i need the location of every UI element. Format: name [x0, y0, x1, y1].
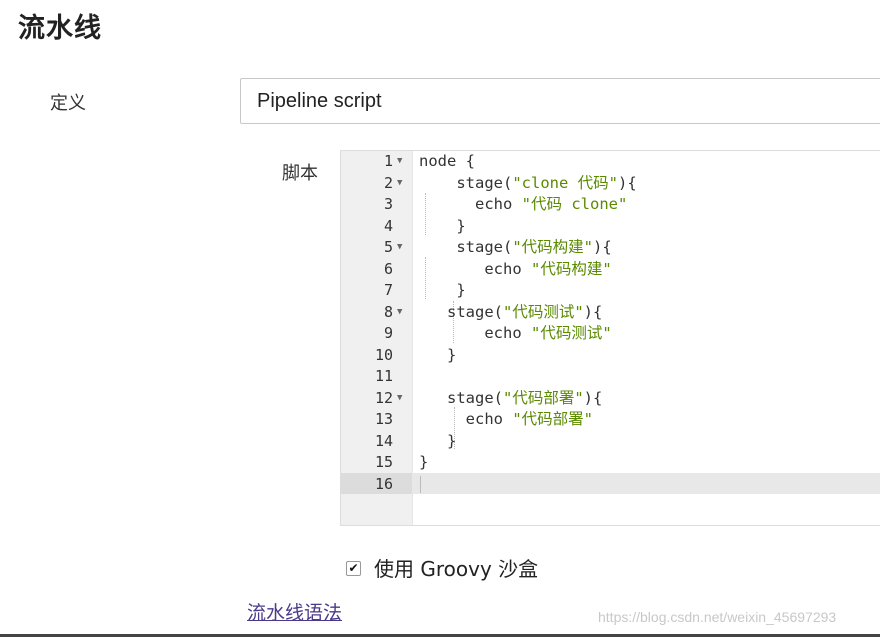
- line-number: 2: [383, 173, 393, 192]
- code-token: stage(: [419, 238, 513, 256]
- code-text: node {: [419, 151, 475, 173]
- string-token: "代码部署": [512, 410, 593, 428]
- code-line[interactable]: 15}: [341, 452, 880, 474]
- code-line[interactable]: 16: [341, 474, 880, 496]
- line-number: 11: [374, 367, 393, 385]
- code-text: stage("代码部署"){: [419, 388, 602, 410]
- code-text: echo "代码 clone": [419, 194, 627, 216]
- code-line[interactable]: 12 ▼ stage("代码部署"){: [341, 388, 880, 410]
- code-token: echo: [419, 410, 513, 428]
- fold-arrow-icon[interactable]: ▼: [397, 151, 402, 173]
- page-title: 流水线: [18, 13, 102, 44]
- string-token: "代码测试": [530, 324, 612, 342]
- script-label: 脚本: [282, 163, 318, 184]
- code-text: stage("clone 代码"){: [419, 173, 637, 195]
- definition-select[interactable]: Pipeline script: [240, 78, 880, 124]
- code-token: }: [419, 431, 457, 450]
- code-token: }: [419, 345, 457, 364]
- string-token: "clone 代码": [512, 173, 618, 192]
- line-number: 14: [374, 431, 393, 450]
- code-text: echo "代码部署": [419, 409, 593, 431]
- code-text: stage("代码构建"){: [419, 237, 612, 259]
- line-number: 7: [383, 281, 393, 299]
- fold-arrow-icon[interactable]: ▼: [397, 237, 402, 259]
- string-token: "代码构建": [530, 259, 612, 278]
- line-number: 15: [374, 453, 393, 471]
- code-line[interactable]: 1 ▼ node {: [341, 151, 880, 173]
- code-text: }: [419, 452, 428, 474]
- code-text: echo "代码构建": [419, 259, 612, 281]
- line-number: 16: [374, 474, 393, 493]
- string-token: "代码测试": [503, 302, 584, 321]
- code-text: }: [419, 345, 456, 367]
- code-token: stage(: [419, 388, 503, 407]
- definition-label: 定义: [50, 93, 86, 114]
- checkmark-icon: ✔: [348, 561, 359, 575]
- line-number: 5: [383, 238, 393, 256]
- fold-arrow-icon[interactable]: ▼: [397, 388, 402, 410]
- code-token: stage(: [419, 173, 513, 192]
- string-token: "代码 clone": [521, 195, 628, 213]
- code-line[interactable]: 10 }: [341, 345, 880, 367]
- line-number: 6: [383, 259, 393, 278]
- line-number: 4: [383, 216, 393, 235]
- code-text: stage("代码测试"){: [419, 302, 602, 324]
- code-token: echo: [419, 324, 531, 342]
- code-line[interactable]: 4 }: [341, 216, 880, 238]
- fold-arrow-icon[interactable]: ▼: [397, 302, 402, 324]
- code-token: echo: [419, 259, 531, 278]
- code-text: }: [419, 280, 466, 302]
- line-number: 1: [383, 152, 393, 170]
- string-token: "代码部署": [503, 388, 584, 407]
- code-line[interactable]: 5 ▼ stage("代码构建"){: [341, 237, 880, 259]
- code-line[interactable]: 8 ▼ stage("代码测试"){: [341, 302, 880, 324]
- string-token: "代码构建": [512, 238, 593, 256]
- pipeline-syntax-link[interactable]: 流水线语法: [247, 598, 342, 625]
- code-line[interactable]: 11: [341, 366, 880, 388]
- fold-arrow-icon[interactable]: ▼: [397, 173, 402, 195]
- code-token: echo: [419, 195, 522, 213]
- line-number: 13: [374, 410, 393, 428]
- watermark: https://blog.csdn.net/weixin_45697293: [598, 609, 837, 625]
- line-number: 12: [374, 388, 393, 407]
- code-line[interactable]: 6 echo "代码构建": [341, 259, 880, 281]
- code-text: }: [419, 216, 466, 238]
- line-number: 3: [383, 195, 393, 213]
- code-token: ){: [583, 388, 603, 407]
- code-token: ){: [617, 173, 637, 192]
- code-line[interactable]: 3 echo "代码 clone": [341, 194, 880, 216]
- code-line[interactable]: 13 echo "代码部署": [341, 409, 880, 431]
- code-line[interactable]: 9 echo "代码测试": [341, 323, 880, 345]
- code-text: }: [419, 431, 456, 453]
- script-editor[interactable]: 1 ▼ node {2 ▼ stage("clone 代码"){3 echo "代码 …: [340, 150, 880, 526]
- line-number: 9: [383, 324, 393, 342]
- code-token: }: [419, 216, 466, 235]
- code-token: node {: [419, 152, 475, 170]
- line-number: 8: [383, 302, 393, 321]
- code-line[interactable]: 7 }: [341, 280, 880, 302]
- code-token: }: [419, 453, 429, 471]
- code-token: }: [419, 281, 466, 299]
- code-token: stage(: [419, 302, 503, 321]
- code-text: echo "代码测试": [419, 323, 612, 345]
- text-cursor: [420, 476, 421, 493]
- sandbox-checkbox[interactable]: ✔: [346, 561, 361, 576]
- line-number: 10: [374, 345, 393, 364]
- code-token: ){: [583, 302, 603, 321]
- code-token: ){: [593, 238, 612, 256]
- code-line[interactable]: 2 ▼ stage("clone 代码"){: [341, 173, 880, 195]
- code-line[interactable]: 14 }: [341, 431, 880, 453]
- sandbox-checkbox-label[interactable]: 使用 Groovy 沙盒: [374, 553, 538, 582]
